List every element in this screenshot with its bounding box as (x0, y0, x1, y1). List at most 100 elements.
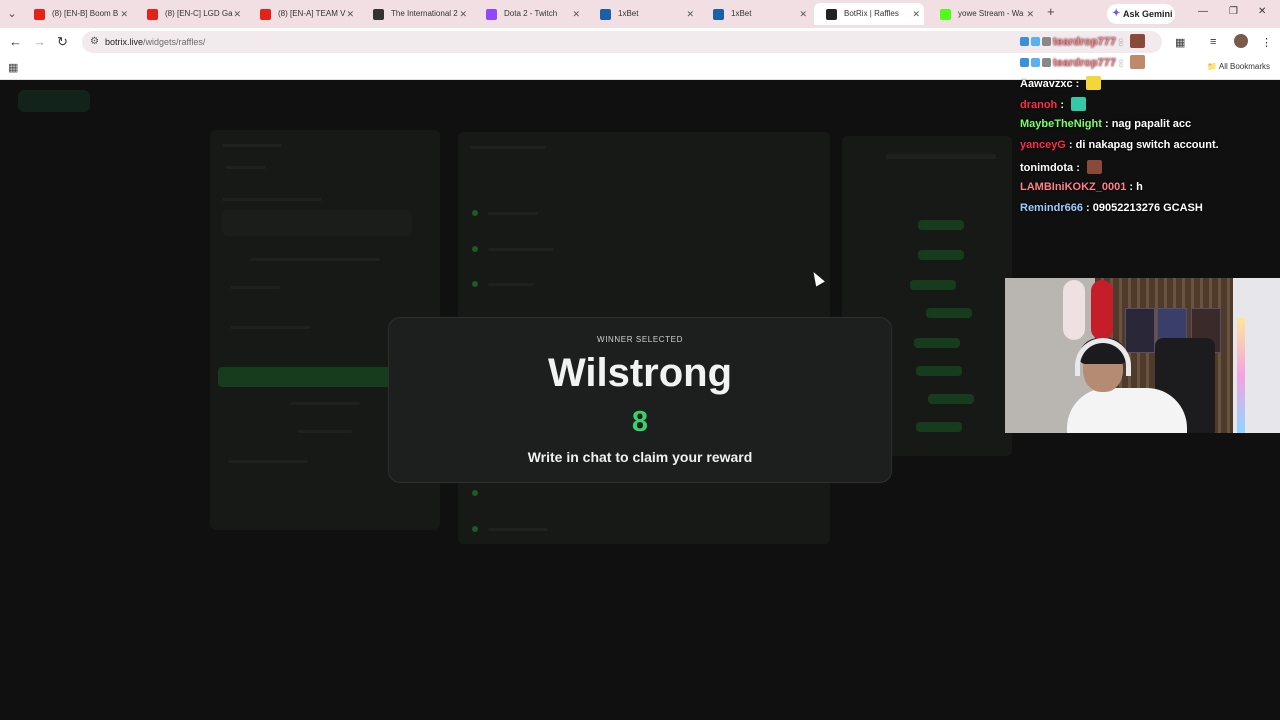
browser-tab[interactable]: The International 2 ✕ (361, 3, 471, 25)
forward-arrow-icon[interactable]: → (33, 34, 46, 49)
chat-username[interactable]: tonimdota (1020, 162, 1073, 174)
new-tab-button[interactable]: + (1047, 4, 1055, 19)
ask-gemini-button[interactable]: ✦ Ask Gemini (1107, 4, 1175, 24)
chat-separator: : (1057, 99, 1068, 111)
chat-username[interactable]: MaybeTheNight (1020, 118, 1102, 130)
chat-message: Aawavzxc : (1020, 76, 1102, 96)
chat-badge-icon (1042, 37, 1051, 46)
tab-close-icon[interactable]: ✕ (233, 3, 241, 25)
chat-message: yanceyG : di nakapag switch account. (1020, 139, 1219, 159)
botrix-icon (826, 9, 837, 20)
chat-username[interactable]: dranoh (1020, 99, 1057, 111)
back-arrow-icon[interactable]: ← (9, 34, 22, 49)
chat-separator: : (1065, 139, 1076, 151)
chat-username[interactable]: yanceyG (1020, 139, 1066, 151)
chat-message: LAMBIniKOKZ_0001 : h (1020, 181, 1143, 201)
tab-close-icon[interactable]: ✕ (120, 3, 128, 25)
chat-badge-icon (1020, 37, 1029, 46)
chat-separator: : (1072, 78, 1083, 90)
gemini-sparkle-icon: ✦ (1112, 8, 1121, 19)
chat-badge-icon (1020, 58, 1029, 67)
url-host: botrix.live (105, 37, 144, 47)
chat-username[interactable]: teardrop777 (1053, 57, 1116, 69)
address-bar[interactable]: ⚙ botrix.live/widgets/raffles/ (82, 31, 1162, 53)
chat-badge-icon (1031, 37, 1040, 46)
chat-emote-icon (1129, 55, 1145, 69)
tab-close-icon[interactable]: ✕ (572, 3, 580, 25)
winner-ticket-number: 8 (631, 406, 649, 438)
browser-tab[interactable]: 1xBet ✕ (588, 3, 698, 25)
chat-separator: : (1115, 57, 1126, 69)
url-path: /widgets/raffles/ (143, 37, 206, 47)
site-info-icon[interactable]: ⚙ (90, 36, 99, 47)
chat-emote-icon (1086, 160, 1102, 174)
tab-strip: ⌄ (8) [EN-B] Boom B ✕ (8) [EN-C] LGD Ga ✕ (8… (0, 0, 1280, 28)
tab-title: 1xBet (731, 9, 752, 18)
apps-grid-icon[interactable]: ▦ (8, 61, 18, 74)
reload-icon[interactable]: ↻ (57, 34, 68, 50)
chat-message: teardrop777 : (1020, 55, 1145, 75)
tab-close-icon[interactable]: ✕ (346, 3, 354, 25)
all-bookmarks-button[interactable]: 📁 All Bookmarks (1207, 62, 1270, 71)
ask-gemini-label: Ask Gemini (1123, 9, 1173, 19)
tab-title: (8) [EN-A] TEAM V (278, 9, 346, 18)
chat-separator: : (1126, 181, 1137, 193)
kebab-menu-icon[interactable]: ⋮ (1261, 36, 1272, 49)
tab-close-icon[interactable]: ✕ (912, 3, 920, 25)
media-control-icon[interactable]: ≡ (1210, 36, 1216, 48)
chat-text: nag papalit acc (1111, 118, 1192, 130)
chat-emote-icon (1129, 34, 1145, 48)
chat-separator: : (1101, 118, 1112, 130)
minimize-icon[interactable]: — (1198, 6, 1208, 17)
skateboard-deck (1091, 280, 1113, 340)
tab-search-chevron-icon[interactable]: ⌄ (4, 6, 20, 22)
chat-message: dranoh : (1020, 97, 1087, 117)
browser-tab[interactable]: (8) [EN-C] LGD Ga ✕ (135, 3, 245, 25)
chat-username[interactable]: Aawavzxc (1020, 78, 1073, 90)
profile-avatar[interactable] (1234, 34, 1248, 48)
browser-tab[interactable]: (8) [EN-A] TEAM V ✕ (248, 3, 358, 25)
chat-separator: : (1115, 36, 1126, 48)
skateboard-deck (1063, 280, 1085, 340)
tab-title: yowe Stream - Wa (958, 9, 1024, 18)
tab-title: BotRix | Raffles (844, 9, 899, 18)
chat-message: Remindr666 : 09052213276 GCASH (1020, 202, 1203, 222)
browser-tab[interactable]: yowe Stream - Wa ✕ (928, 3, 1038, 25)
claim-reward-instruction: Write in chat to claim your reward (527, 449, 753, 465)
chat-username[interactable]: Remindr666 (1020, 202, 1083, 214)
browser-tab[interactable]: 1xBet ✕ (701, 3, 811, 25)
chat-text: 09052213276 GCASH (1092, 202, 1203, 214)
chat-message: teardrop777 : (1020, 34, 1145, 54)
tab-title: The International 2 (391, 9, 458, 18)
1xbet-icon (713, 9, 724, 20)
winner-modal: WINNER SELECTED Wilstrong 8 Write in cha… (388, 317, 892, 483)
chat-message: tonimdota : (1020, 160, 1102, 180)
tab-close-icon[interactable]: ✕ (1026, 3, 1034, 25)
tab-close-icon[interactable]: ✕ (459, 3, 467, 25)
chat-message: MaybeTheNight : nag papalit acc (1020, 118, 1191, 138)
browser-tab[interactable]: (8) [EN-B] Boom B ✕ (22, 3, 132, 25)
winner-name: Wilstrong (547, 351, 733, 395)
chat-username[interactable]: teardrop777 (1053, 36, 1116, 48)
chat-emote-icon (1071, 97, 1087, 111)
browser-tab[interactable]: Dota 2 - Twitch ✕ (474, 3, 584, 25)
chat-badge-icon (1031, 58, 1040, 67)
tab-close-icon[interactable]: ✕ (799, 3, 807, 25)
winner-selected-label: WINNER SELECTED (597, 335, 683, 344)
extensions-icon[interactable]: ▦ (1175, 36, 1185, 49)
chat-badge-icon (1042, 58, 1051, 67)
chat-separator: : (1082, 202, 1093, 214)
kick-icon (940, 9, 951, 20)
youtube-icon (34, 9, 45, 20)
tab-title: Dota 2 - Twitch (504, 9, 558, 18)
browser-tab[interactable]: BotRix | Raffles ✕ (814, 3, 924, 25)
restore-icon[interactable]: ❐ (1229, 6, 1238, 17)
window-close-icon[interactable]: ✕ (1258, 6, 1266, 17)
tab-title: 1xBet (618, 9, 639, 18)
youtube-icon (147, 9, 158, 20)
chat-text: h (1136, 181, 1143, 193)
tab-close-icon[interactable]: ✕ (686, 3, 694, 25)
all-bookmarks-label: All Bookmarks (1218, 62, 1270, 71)
twitch-icon (486, 9, 497, 20)
chat-username[interactable]: LAMBIniKOKZ_0001 (1020, 181, 1126, 193)
